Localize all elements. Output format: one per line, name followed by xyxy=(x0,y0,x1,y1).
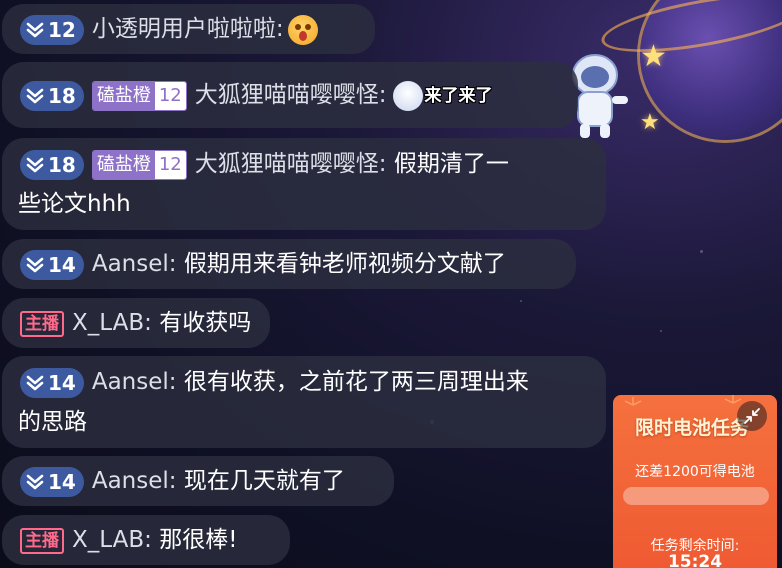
username[interactable]: Aansel: xyxy=(92,369,177,395)
message-text: 那很棒! xyxy=(159,527,238,553)
sparkle xyxy=(520,300,522,302)
user-level-badge: 18 xyxy=(20,149,84,180)
username[interactable]: Aansel: xyxy=(92,251,177,277)
chibi-character-icon xyxy=(392,80,423,111)
level-number: 12 xyxy=(48,17,76,42)
task-title: 限时电池任务 xyxy=(635,417,750,439)
message-text: 些论文hhh xyxy=(18,191,131,217)
user-level-badge: 18 xyxy=(20,80,84,111)
message-text: 假期用来看钟老师视频分文献了 xyxy=(183,251,506,277)
level-number: 18 xyxy=(48,152,76,177)
message-text: 假期清了一 xyxy=(393,151,509,177)
task-subtitle: 还差1200可得电池 xyxy=(635,464,755,480)
chevron-down-icon xyxy=(26,157,44,172)
sparkle xyxy=(700,250,703,253)
message-text: 有收获吗 xyxy=(159,310,252,336)
message-text: 很有收获，之前花了两三周理出来 xyxy=(183,369,529,395)
chat-message[interactable]: 18 磕盐橙 12 大狐狸喵喵嘤嘤怪: 假期清了一 些论文hhh xyxy=(2,138,606,230)
battery-task-widget[interactable]: 限时电池任务 还差1200可得电池 任务剩余时间: 15:24 xyxy=(613,395,777,568)
task-progress-bar xyxy=(623,487,769,505)
collapse-button[interactable] xyxy=(737,401,767,431)
chevron-down-icon xyxy=(26,22,44,37)
star-icon: ★ xyxy=(640,39,667,74)
shocked-face-emoji-icon xyxy=(287,14,318,45)
user-level-badge: 14 xyxy=(20,367,84,398)
chat-message[interactable]: 18 磕盐橙 12 大狐狸喵喵嘤嘤怪: 来了来了 xyxy=(2,62,578,128)
live-room-background: ★ ★ 12 小透明用户啦啦啦: 18 磕盐橙 12 大狐狸喵喵嘤嘤怪: 来了来了 1… xyxy=(0,0,782,568)
chat-message[interactable]: 14 Aansel: 现在几天就有了 xyxy=(2,456,394,506)
chevron-down-icon xyxy=(26,257,44,272)
chat-message[interactable]: 14 Aansel: 很有收获，之前花了两三周理出来 的思路 xyxy=(2,356,606,448)
fan-medal-name: 磕盐橙 xyxy=(92,81,155,110)
fan-medal-level: 12 xyxy=(154,150,186,179)
fan-medal-level: 12 xyxy=(154,81,186,110)
level-number: 14 xyxy=(48,252,76,277)
username[interactable]: Aansel: xyxy=(92,468,177,494)
host-badge: 主播 xyxy=(20,527,64,554)
username[interactable]: 小透明用户啦啦啦: xyxy=(92,16,284,42)
user-level-badge: 12 xyxy=(20,14,84,45)
sparkle xyxy=(660,330,662,332)
level-number: 14 xyxy=(48,469,76,494)
level-number: 14 xyxy=(48,370,76,395)
chevron-down-icon xyxy=(26,474,44,489)
fan-medal-name: 磕盐橙 xyxy=(92,150,155,179)
user-level-badge: 14 xyxy=(20,249,84,280)
host-badge: 主播 xyxy=(20,310,64,337)
chat-message[interactable]: 主播 X_LAB: 有收获吗 xyxy=(2,298,270,348)
level-number: 18 xyxy=(48,83,76,108)
collapse-arrows-icon xyxy=(744,408,760,424)
chevron-down-icon xyxy=(26,88,44,103)
chat-message[interactable]: 14 Aansel: 假期用来看钟老师视频分文献了 xyxy=(2,239,576,289)
message-text: 的思路 xyxy=(18,409,87,435)
username[interactable]: 大狐狸喵喵嘤嘤怪: xyxy=(195,82,387,108)
username[interactable]: 大狐狸喵喵嘤嘤怪: xyxy=(195,151,387,177)
username[interactable]: X_LAB: xyxy=(72,310,152,336)
star-icon: ★ xyxy=(640,110,660,135)
fan-medal-badge[interactable]: 磕盐橙 12 xyxy=(91,149,187,180)
fan-medal-badge[interactable]: 磕盐橙 12 xyxy=(91,80,187,111)
chat-message[interactable]: 12 小透明用户啦啦啦: xyxy=(2,4,375,54)
chevron-down-icon xyxy=(26,375,44,390)
chat-message[interactable]: 主播 X_LAB: 那很棒! xyxy=(2,515,290,565)
sticker-text: 来了来了 xyxy=(424,85,493,106)
user-level-badge: 14 xyxy=(20,466,84,497)
sticker: 来了来了 xyxy=(392,76,493,116)
username[interactable]: X_LAB: xyxy=(72,527,152,553)
task-countdown: 15:24 xyxy=(667,552,723,568)
message-text: 现在几天就有了 xyxy=(183,468,345,494)
